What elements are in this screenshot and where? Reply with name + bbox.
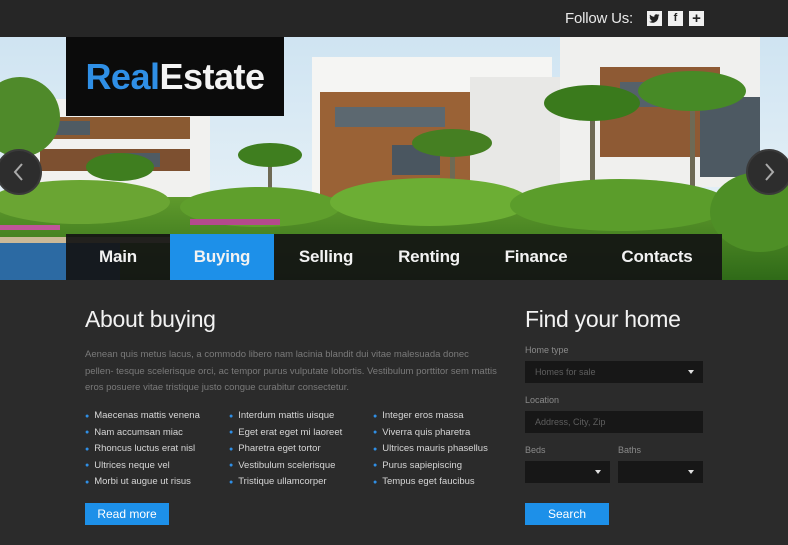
plus-icon[interactable]: +: [689, 11, 704, 26]
nav-item-renting[interactable]: Renting: [378, 234, 480, 280]
top-bar: Follow Us: f +: [0, 0, 788, 37]
list-item[interactable]: ● Nam accumsan miac: [85, 425, 229, 442]
nav-item-contacts[interactable]: Contacts: [592, 234, 722, 280]
chevron-right-icon: [765, 163, 775, 181]
bullet-icon: ●: [229, 462, 234, 469]
bullet-icon: ●: [373, 478, 378, 486]
list-item[interactable]: ● Ultrices neque vel: [85, 458, 229, 475]
follow-us: Follow Us: f +: [565, 10, 704, 27]
home-type-select[interactable]: Homes for sale: [525, 361, 703, 383]
bullet-icon: ●: [85, 445, 90, 453]
nav-item-finance[interactable]: Finance: [480, 234, 592, 280]
bullet-icon: ●: [373, 412, 378, 420]
bullet-icon: ●: [229, 445, 234, 453]
beds-label: Beds: [525, 445, 546, 455]
list-item[interactable]: ● Pharetra eget tortor: [229, 441, 373, 458]
main-nav: Main Buying Selling Renting Finance Cont…: [66, 234, 722, 280]
list-item[interactable]: ● Purus sapiepiscing: [373, 458, 517, 475]
feature-list-2: ● Interdum mattis uisque ● Eget erat eget …: [229, 408, 373, 491]
find-home-section: Find your home: [525, 306, 705, 333]
slider-next-button[interactable]: [746, 149, 788, 195]
bullet-icon: ●: [229, 429, 234, 436]
nav-item-buying[interactable]: Buying: [170, 234, 274, 280]
brand-part-estate: Estate: [159, 55, 265, 97]
feature-list-3: ● Integer eros massa ● Viverra quis pharet…: [373, 408, 517, 491]
bullet-icon: ●: [373, 462, 378, 469]
list-item[interactable]: ● Morbi ut augue ut risus: [85, 474, 229, 491]
list-item[interactable]: ● Tempus eget faucibus: [373, 474, 517, 491]
about-paragraph: Aenean quis metus lacus, a commodo liber…: [85, 349, 497, 393]
nav-item-selling[interactable]: Selling: [274, 234, 378, 280]
feature-list-1: ● Maecenas mattis venena ● Nam accumsan mi…: [85, 408, 229, 491]
feature-lists: ● Maecenas mattis venena ● Nam accumsan mi…: [85, 408, 517, 491]
list-item[interactable]: ● Eget erat eget mi laoreet: [229, 425, 373, 442]
search-button[interactable]: Search: [525, 503, 609, 525]
list-item[interactable]: ● Tristique ullamcorper: [229, 474, 373, 491]
location-label: Location: [525, 395, 560, 405]
nav-item-main[interactable]: Main: [66, 234, 170, 280]
twitter-icon[interactable]: [647, 11, 662, 26]
home-type-label: Home type: [525, 345, 569, 355]
list-item[interactable]: ● Interdum mattis uisque: [229, 408, 373, 425]
baths-label: Baths: [618, 445, 642, 455]
bullet-icon: ●: [229, 412, 234, 420]
location-placeholder: Address, City, Zip: [535, 417, 606, 427]
read-more-button[interactable]: Read more: [85, 503, 169, 525]
brand-logo[interactable]: Real Estate: [66, 37, 284, 116]
chevron-left-icon: [13, 163, 23, 181]
list-item[interactable]: ● Rhoncus luctus erat nisl: [85, 441, 229, 458]
bullet-icon: ●: [85, 462, 90, 469]
bullet-icon: ●: [229, 478, 234, 486]
list-item[interactable]: ● Viverra quis pharetra: [373, 425, 517, 442]
beds-select[interactable]: [525, 461, 610, 483]
list-item[interactable]: ● Vestibulum scelerisque: [229, 458, 373, 475]
caret-down-icon: [688, 470, 694, 474]
follow-us-label: Follow Us:: [564, 10, 633, 27]
bullet-icon: ●: [85, 412, 90, 420]
bullet-icon: ●: [373, 445, 378, 453]
list-item[interactable]: ● Integer eros massa: [373, 408, 517, 425]
brand-part-real: Real: [85, 55, 160, 97]
find-title: Find your home: [525, 306, 681, 332]
home-type-value: Homes for sale: [535, 367, 596, 377]
bullet-icon: ●: [373, 429, 378, 436]
baths-select[interactable]: [618, 461, 703, 483]
location-input[interactable]: Address, City, Zip: [525, 411, 703, 433]
facebook-icon[interactable]: f: [668, 11, 683, 26]
bullet-icon: ●: [85, 429, 90, 436]
about-title: About buying: [85, 306, 216, 332]
about-section: About buying Aenean quis metus lacus, a …: [85, 306, 505, 397]
caret-down-icon: [595, 470, 601, 474]
caret-down-icon: [688, 370, 694, 374]
list-item[interactable]: ● Ultrices mauris phasellus: [373, 441, 517, 458]
list-item[interactable]: ● Maecenas mattis venena: [85, 408, 229, 425]
bullet-icon: ●: [85, 478, 90, 486]
